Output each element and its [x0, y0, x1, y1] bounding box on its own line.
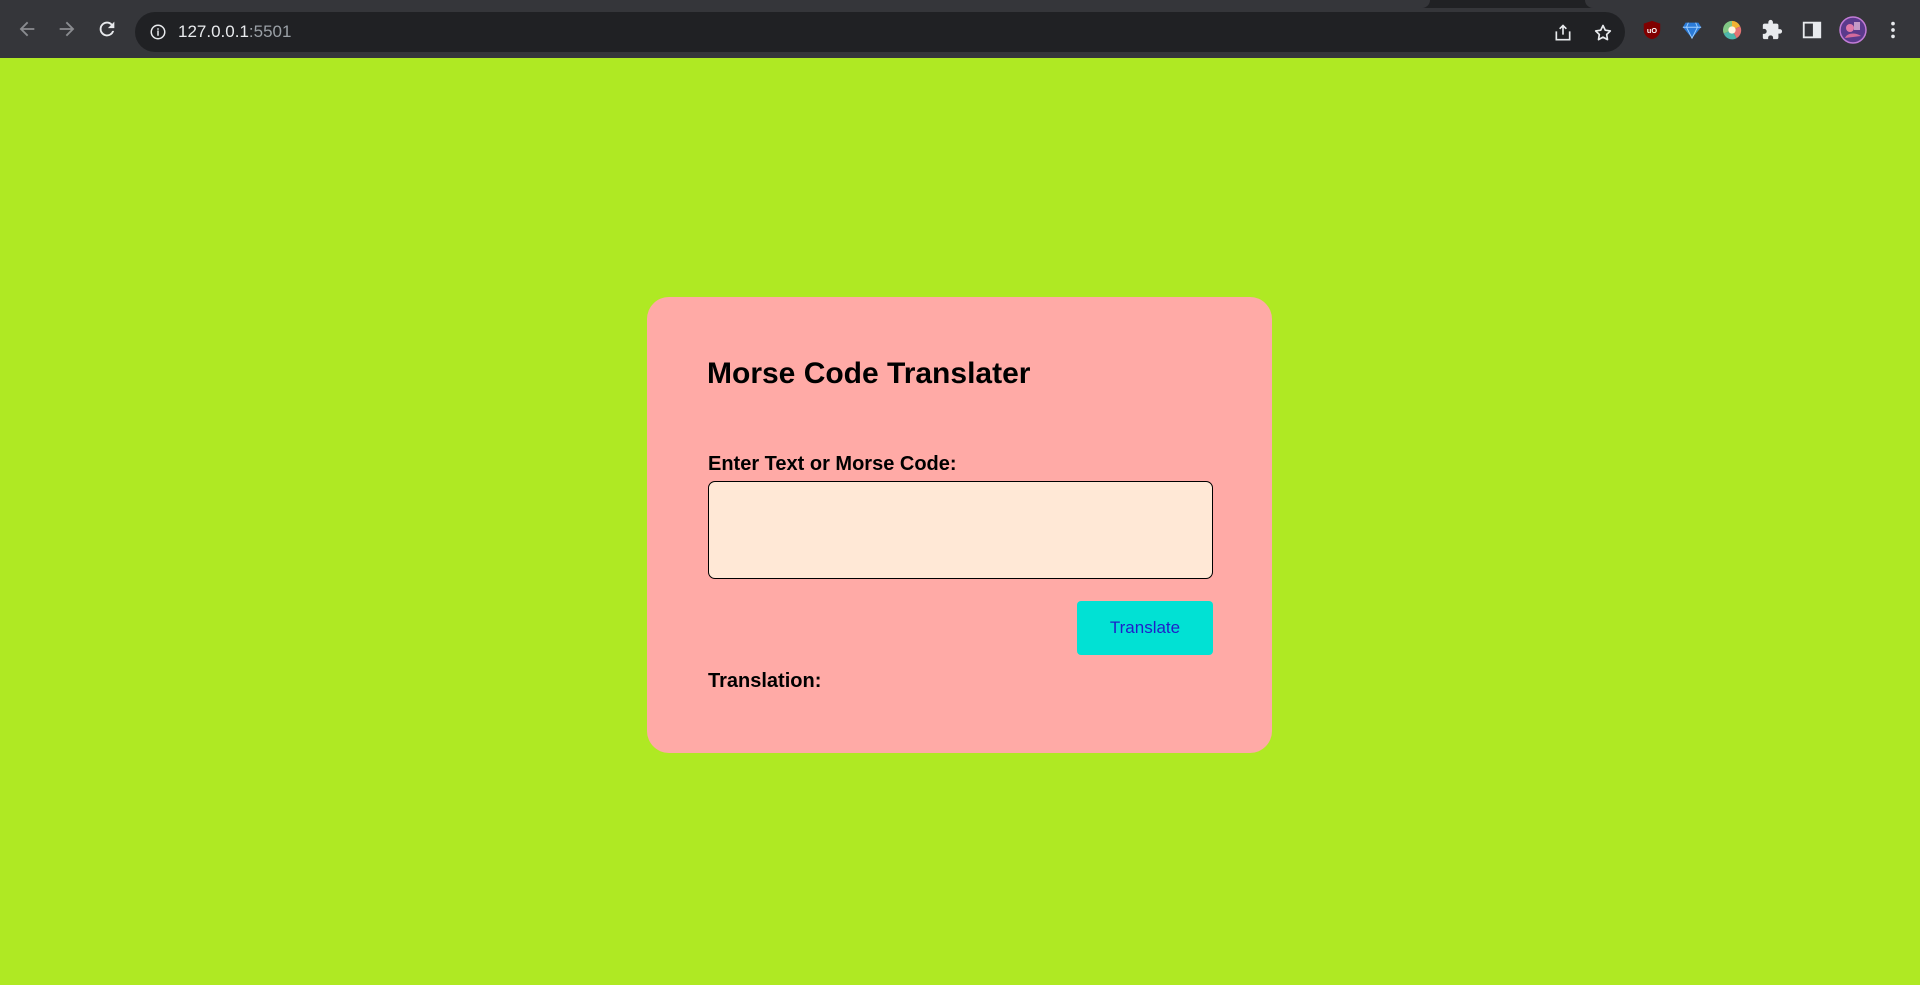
bookmark-button[interactable] [1590, 20, 1616, 46]
tab-edge [1585, 0, 1920, 8]
arrow-right-icon [59, 21, 75, 37]
profile-button[interactable] [1838, 15, 1868, 45]
share-button[interactable] [1550, 20, 1576, 46]
input-label: Enter Text or Morse Code: [708, 453, 957, 475]
text-input[interactable] [708, 481, 1213, 579]
browser-menu-button[interactable] [1880, 17, 1906, 43]
info-icon[interactable] [149, 23, 167, 41]
color-extension-button[interactable] [1719, 17, 1745, 43]
gem-icon [1682, 22, 1702, 40]
translate-button[interactable]: Translate [1077, 601, 1213, 655]
more-vert-icon [1891, 21, 1895, 39]
extensions-button[interactable] [1759, 17, 1785, 43]
reload-icon [99, 21, 115, 37]
url-port: :5501 [248, 22, 292, 41]
tab-strip [0, 0, 1920, 8]
translator-card: Morse Code Translater Enter Text or Mors… [647, 297, 1272, 753]
star-icon [1594, 24, 1612, 41]
color-wheel-icon [1722, 20, 1742, 40]
share-icon [1555, 24, 1571, 41]
side-panel-button[interactable] [1799, 17, 1825, 43]
arrow-left-icon [19, 21, 35, 37]
side-panel-icon [1802, 21, 1822, 39]
gem-extension-button[interactable] [1679, 17, 1705, 43]
forward-button[interactable] [52, 14, 82, 44]
ublock-icon: uO [1643, 20, 1661, 40]
puzzle-icon [1762, 19, 1783, 40]
ublock-extension-button[interactable]: uO [1639, 17, 1665, 43]
url-text[interactable]: 127.0.0.1:5501 [178, 22, 291, 42]
page-title: Morse Code Translater [707, 357, 1031, 390]
address-bar[interactable]: 127.0.0.1:5501 [135, 12, 1625, 52]
svg-text:uO: uO [1647, 26, 1657, 35]
back-button[interactable] [12, 14, 42, 44]
url-host: 127.0.0.1 [178, 22, 249, 41]
active-tab-edge [0, 0, 1430, 8]
browser-toolbar: 127.0.0.1:5501 uO [0, 0, 1920, 58]
avatar [1839, 16, 1867, 44]
reload-button[interactable] [92, 14, 122, 44]
translation-label: Translation: [708, 670, 822, 692]
